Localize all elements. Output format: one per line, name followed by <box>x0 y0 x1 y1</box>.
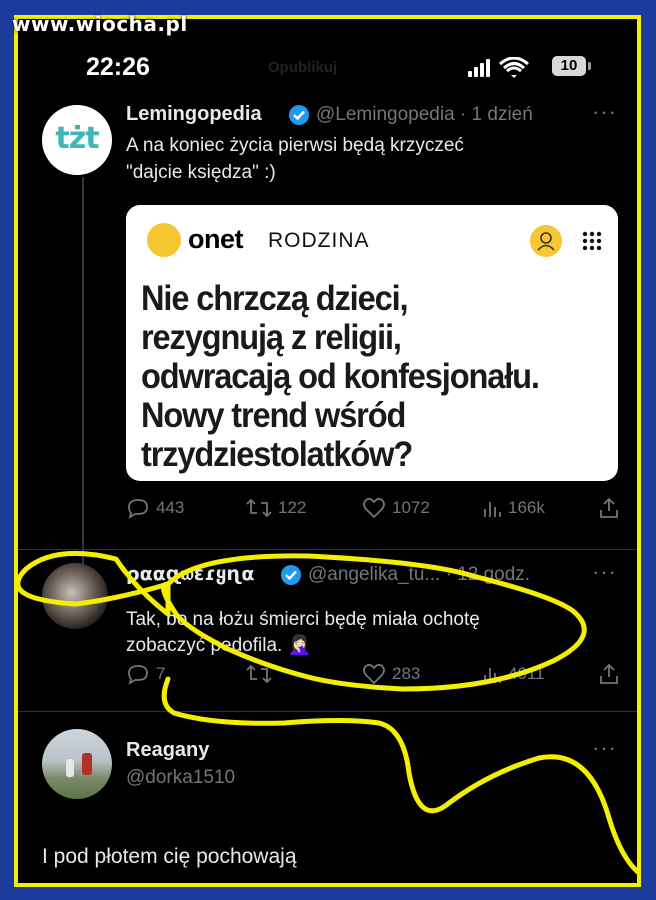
thread-line <box>82 177 84 569</box>
retweet-count: 122 <box>278 498 307 517</box>
avatar-figure <box>66 759 74 777</box>
views-button[interactable]: 166k <box>482 497 545 519</box>
tweet-text: I pod płotem cię pochowają <box>42 845 297 868</box>
retweet-icon <box>246 498 272 518</box>
ghost-title: Opublikuj <box>268 59 338 76</box>
retweet-button[interactable] <box>246 663 278 685</box>
author-name[interactable]: Lemingopedia <box>126 103 262 126</box>
reply-icon <box>128 499 148 519</box>
headline-line: Nowy trend wśród <box>141 396 406 435</box>
avatar[interactable] <box>42 563 108 629</box>
card-section: RODZINA <box>268 229 370 252</box>
share-icon <box>600 497 618 518</box>
phone-screen: Opublikuj 22:26 10 tżt Lemingopedia @Lem… <box>14 15 641 887</box>
apps-grid-icon <box>582 231 602 251</box>
heart-icon <box>363 497 385 519</box>
more-icon[interactable]: ··· <box>592 559 617 585</box>
share-button[interactable] <box>598 663 620 685</box>
share-icon <box>600 663 618 684</box>
avatar-figure <box>82 753 92 775</box>
more-icon[interactable]: ··· <box>592 99 617 125</box>
card-headline: Nie chrzczą dzieci, rezygnują z religii,… <box>141 279 578 474</box>
author-handle[interactable]: @Lemingopedia · 1 dzień <box>316 104 533 126</box>
watermark: www.wiocha.pl <box>12 12 188 36</box>
share-button[interactable] <box>598 497 620 519</box>
onet-logo-icon <box>147 223 181 257</box>
reply-button[interactable]: 7 <box>126 663 165 685</box>
retweet-icon <box>246 664 272 684</box>
author-name[interactable]: Reagany <box>126 739 209 762</box>
verified-icon <box>281 565 301 585</box>
signal-icon <box>468 57 529 78</box>
like-count: 1072 <box>392 498 430 517</box>
divider <box>18 711 637 712</box>
user-icon <box>530 225 562 257</box>
more-icon[interactable]: ··· <box>592 735 617 761</box>
views-button[interactable]: 4011 <box>482 663 545 685</box>
reply-icon <box>128 665 148 685</box>
headline-line: trzydziestolatków? <box>141 435 413 474</box>
avatar[interactable] <box>42 729 112 799</box>
reply-count: 443 <box>156 498 185 517</box>
like-button[interactable]: 283 <box>362 663 420 685</box>
tweet-text-line2: zobaczyć pedofila. 🤦🏻‍♀️ <box>126 635 312 656</box>
status-time: 22:26 <box>86 53 150 81</box>
divider <box>18 549 637 550</box>
tweet-actions: 443 122 1072 166k <box>126 497 626 527</box>
battery-tip <box>588 62 591 70</box>
avatar-logo: tżt <box>55 121 99 156</box>
like-button[interactable]: 1072 <box>362 497 430 519</box>
tweet-text-line1: Tak, bo na łożu śmierci będę miała ochot… <box>126 609 480 630</box>
verified-icon <box>289 105 309 125</box>
tweet-text: Tak, bo na łożu śmierci będę miała ochot… <box>126 607 586 659</box>
view-count: 4011 <box>508 664 545 683</box>
avatar[interactable]: tżt <box>42 105 112 175</box>
author-handle[interactable]: @angelika_tu... · 12 godz. <box>308 564 530 586</box>
views-icon <box>484 668 501 683</box>
reply-button[interactable]: 443 <box>126 497 184 519</box>
like-count: 283 <box>392 664 421 683</box>
tweet-actions: 7 283 4011 <box>126 663 626 693</box>
headline-line: rezygnują z religii, <box>141 318 402 357</box>
retweet-button[interactable]: 122 <box>246 497 306 519</box>
views-icon <box>484 502 501 517</box>
tweet-text-line1: A na koniec życia pierwsi będą krzyczeć <box>126 135 464 156</box>
heart-icon <box>363 663 385 685</box>
headline-line: odwracają od konfesjonału. <box>141 357 540 396</box>
view-count: 166k <box>508 498 545 517</box>
author-name[interactable]: ρααɋ𝔴ɛɾყɳα <box>126 563 254 585</box>
tweet-text-line2: "dajcie księdza" :) <box>126 162 276 183</box>
card-brand: onet <box>188 224 244 254</box>
author-handle[interactable]: @dorka1510 <box>126 767 235 789</box>
link-card[interactable]: onet RODZINA Nie chrzczą dzieci, rezygnu… <box>126 205 618 481</box>
reply-count: 7 <box>156 664 166 683</box>
headline-line: Nie chrzczą dzieci, <box>141 279 409 318</box>
battery-icon: 10 <box>552 56 586 76</box>
